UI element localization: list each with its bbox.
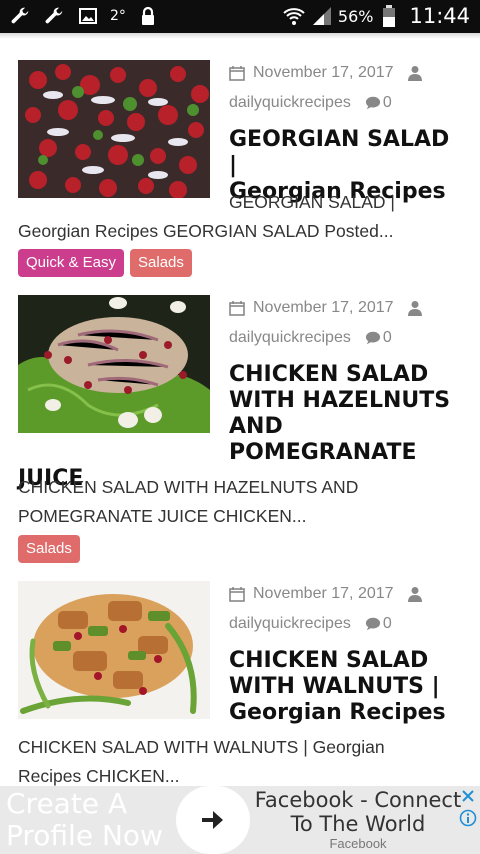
post-title-line[interactable]: Georgian Recipes — [229, 700, 446, 726]
post-excerpt: GEORGIAN SALAD | Georgian Recipes GEORGI… — [18, 188, 463, 246]
post-excerpt-line: Georgian Recipes GEORGIAN SALAD Posted..… — [18, 221, 394, 241]
post-title-line[interactable]: WITH WALNUTS | — [229, 674, 446, 700]
calendar-icon — [229, 300, 245, 316]
tag-salads[interactable]: Salads — [18, 535, 80, 563]
ad-title-line[interactable]: To The World — [250, 812, 466, 836]
post-title[interactable]: CHICKEN SALAD WITH WALNUTS | Georgian Re… — [229, 648, 446, 726]
post-title-line[interactable]: GEORGIAN SALAD | — [229, 127, 463, 179]
signal-icon — [310, 4, 334, 28]
ad-headline-line[interactable]: Profile Now — [6, 820, 163, 852]
user-icon — [407, 300, 424, 316]
calendar-icon — [229, 65, 245, 81]
post-title-line[interactable]: CHICKEN SALAD — [229, 648, 446, 674]
post-excerpt-line: POMEGRANATE JUICE CHICKEN... — [18, 506, 307, 526]
comment-count[interactable]: 0 — [383, 329, 392, 347]
user-icon — [407, 586, 424, 602]
image-icon — [76, 4, 100, 28]
tag-salads[interactable]: Salads — [130, 249, 192, 277]
ad-advertiser[interactable]: Facebook — [250, 836, 466, 851]
post-date: November 17, 2017 — [253, 299, 394, 316]
post-excerpt: CHICKEN SALAD WITH WALNUTS | Georgian Re… — [18, 733, 463, 791]
ad-arrow-button[interactable] — [176, 786, 250, 854]
post-thumbnail[interactable] — [18, 581, 210, 719]
ad-title[interactable]: Facebook - Connect To The World — [250, 788, 466, 836]
post-author[interactable]: dailyquickrecipes — [229, 615, 351, 633]
ad-headline-line[interactable]: Create A — [6, 788, 163, 820]
post-card: November 17, 2017 dailyquickrecipes 0 GE… — [18, 58, 463, 280]
post-card: November 17, 2017 dailyquickrecipes 0 CH… — [18, 293, 463, 565]
post-tags: Quick & Easy Salads — [18, 249, 192, 277]
post-date: November 17, 2017 — [253, 585, 394, 602]
comment-count[interactable]: 0 — [383, 615, 392, 633]
ad-headline[interactable]: Create A Profile Now — [6, 788, 163, 852]
wrench-icon — [42, 4, 66, 28]
arrow-right-icon — [202, 811, 223, 829]
post-author[interactable]: dailyquickrecipes — [229, 94, 351, 112]
post-title-line[interactable]: AND POMEGRANATE — [18, 414, 463, 466]
comment-icon — [365, 616, 381, 632]
comment-icon — [365, 330, 381, 346]
post-card: November 17, 2017 dailyquickrecipes 0 CH… — [18, 579, 463, 786]
post-date: November 17, 2017 — [253, 64, 394, 81]
post-excerpt-line: GEORGIAN SALAD | — [229, 192, 395, 212]
info-icon[interactable] — [459, 809, 477, 827]
temperature-text: 2° — [110, 8, 126, 24]
ad-banner[interactable]: Create A Profile Now Facebook - Connect … — [0, 786, 480, 854]
post-thumbnail[interactable] — [18, 60, 210, 198]
battery-percent-text: 56% — [337, 6, 374, 26]
comment-count[interactable]: 0 — [383, 94, 392, 112]
lock-icon — [136, 4, 160, 28]
battery-icon — [377, 4, 401, 28]
calendar-icon — [229, 586, 245, 602]
ad-title-line[interactable]: Facebook - Connect — [250, 788, 466, 812]
tag-quick-easy[interactable]: Quick & Easy — [18, 249, 125, 277]
toolbar-shadow — [0, 33, 480, 39]
close-icon[interactable] — [460, 788, 476, 804]
wifi-icon — [282, 4, 306, 28]
user-icon — [407, 65, 424, 81]
wrench-icon — [8, 4, 32, 28]
status-bar: 2° 56% 11:44 — [0, 0, 480, 33]
post-tags: Salads — [18, 535, 80, 563]
post-title-line[interactable]: CHICKEN SALAD — [18, 362, 463, 388]
comment-icon — [365, 95, 381, 111]
clock-text: 11:44 — [409, 4, 470, 28]
post-title-line[interactable]: WITH HAZELNUTS — [18, 388, 463, 414]
post-excerpt-line: CHICKEN SALAD WITH HAZELNUTS AND — [18, 477, 359, 497]
post-author[interactable]: dailyquickrecipes — [229, 329, 351, 347]
post-excerpt: CHICKEN SALAD WITH HAZELNUTS AND POMEGRA… — [18, 473, 463, 531]
post-excerpt-line: CHICKEN SALAD WITH WALNUTS | Georgian — [18, 737, 385, 757]
